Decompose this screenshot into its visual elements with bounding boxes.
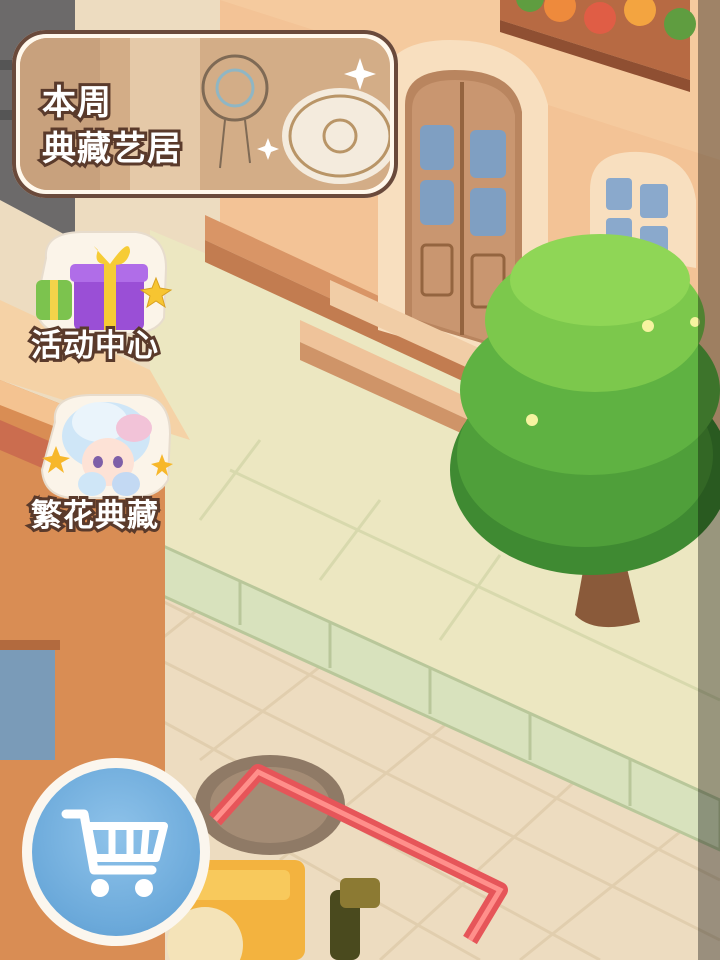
activity-center-button[interactable]: 活动中心 [10, 228, 180, 368]
flower-collection-label: 繁花典藏 [28, 495, 161, 537]
shop-cart-button[interactable] [22, 758, 210, 946]
shopping-cart-icon [61, 809, 168, 897]
character-portrait-icon [40, 394, 173, 499]
gift-box-icon [34, 231, 173, 335]
banner-title-line2: 典藏艺居 [39, 126, 184, 172]
cart-button-face [32, 768, 200, 936]
weekly-collection-banner[interactable]: 本周 典藏艺居 [12, 30, 398, 198]
activity-center-label: 活动中心 [28, 325, 161, 367]
banner-title-line1: 本周 [39, 80, 114, 126]
flower-collection-button[interactable]: 繁花典藏 [10, 392, 180, 542]
